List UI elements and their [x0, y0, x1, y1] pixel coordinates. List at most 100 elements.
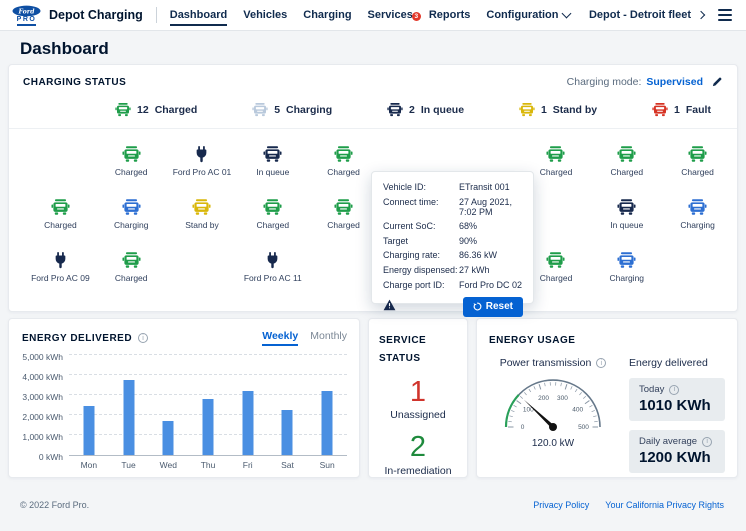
tooltip-row-energy-dispensed-: Energy dispensed:27 kWh [383, 265, 523, 275]
energy-delivered-title: ENERGY DELIVERED [22, 333, 132, 344]
charge-plug-icon [54, 252, 67, 269]
van-icon [617, 252, 636, 269]
van-icon [546, 146, 565, 163]
service-status-title: SERVICE STATUS [379, 335, 426, 364]
chevron-right-icon [697, 11, 705, 19]
vehicle-charged[interactable]: Charged [237, 188, 308, 241]
copyright: © 2022 Ford Pro. [20, 500, 89, 510]
nav-item-vehicles[interactable]: Vehicles [243, 0, 287, 30]
gauge-svg: 0100200300400500 [491, 369, 615, 432]
chevron-down-icon [562, 9, 572, 19]
nav-items: Dashboard Vehicles Charging Services3 Report… [170, 0, 571, 30]
nav-item-services[interactable]: Services3 [368, 0, 413, 30]
tooltip-row-connect-time-: Connect time:27 Aug 2021, 7:02 PM [383, 197, 523, 217]
vehicle-ford-pro-ac-11[interactable]: Ford Pro AC 11 [237, 241, 308, 294]
reset-icon [473, 302, 482, 311]
usage-boxes: Today i1010 KWhDaily average i1200 KWh [629, 378, 725, 473]
van-icon [546, 252, 565, 269]
nav-item-dashboard[interactable]: Dashboard [170, 0, 227, 30]
vehicle-charging[interactable]: Charging [662, 188, 733, 241]
nav-item-charging[interactable]: Charging [303, 0, 351, 30]
van-icon [617, 199, 636, 216]
svg-text:Ford: Ford [18, 8, 36, 15]
footer-links: Privacy Policy Your California Privacy Ri… [533, 500, 724, 510]
tooltip-row-charge-port-id-: Charge port ID:Ford Pro DC 02 [383, 280, 523, 290]
vehicle-tooltip: Vehicle ID:ETransit 001Connect time:27 A… [371, 171, 534, 304]
info-icon[interactable]: i [138, 333, 148, 343]
legend-item-charging: 5Charging [252, 103, 332, 117]
van-icon [688, 146, 707, 163]
van-icon [122, 252, 141, 269]
van-icon [51, 199, 70, 216]
footer: © 2022 Ford Pro. Privacy Policy Your Cali… [0, 500, 746, 510]
legend-item-in-queue: 2In queue [387, 103, 464, 117]
vehicle-in-queue[interactable]: In queue [237, 135, 308, 188]
app-name: Depot Charging [49, 8, 143, 22]
chart-x-axis: MonTueWedThuFriSatSun [69, 460, 347, 470]
vehicle-charging[interactable]: Charging [591, 241, 662, 294]
service-item-unassigned: 1Unassigned [379, 377, 457, 421]
x-tick-sat: Sat [268, 460, 308, 470]
nav-item-configuration[interactable]: Configuration [486, 0, 570, 30]
nav-right: Depot - Detroit fleet [589, 7, 734, 22]
vehicle-charged[interactable]: Charged [25, 188, 96, 241]
power-gauge: 0100200300400500 [489, 369, 617, 437]
tab-weekly[interactable]: Weekly [262, 330, 298, 346]
service-item-in-remediation: 2In-remediation [379, 432, 457, 476]
stat-box-today: Today i1010 KWh [629, 378, 725, 421]
vehicle-stand-by[interactable]: Stand by [167, 188, 238, 241]
energy-delivered-card: ENERGY DELIVERED i WeeklyMonthly 0 kWh1,… [8, 318, 360, 478]
van-icon [617, 146, 636, 163]
vehicle-charged[interactable]: Charged [308, 135, 379, 188]
vehicle-charged[interactable]: Charged [308, 188, 379, 241]
reset-button[interactable]: Reset [463, 297, 523, 317]
van-icon [263, 199, 282, 216]
charge-plug-icon [195, 146, 208, 163]
van-icon [519, 103, 535, 117]
services-badge: 3 [412, 12, 421, 21]
x-tick-thu: Thu [188, 460, 228, 470]
tab-monthly[interactable]: Monthly [310, 330, 347, 346]
page-title: Dashboard [20, 39, 109, 59]
info-icon[interactable]: i [596, 358, 606, 368]
info-icon[interactable]: i [669, 385, 679, 395]
vehicle-ford-pro-ac-09[interactable]: Ford Pro AC 09 [25, 241, 96, 294]
svg-text:0: 0 [521, 424, 525, 431]
vehicle-charged[interactable]: Charged [662, 135, 733, 188]
edit-pencil-icon[interactable] [711, 76, 723, 88]
bar-sun [322, 391, 333, 455]
x-tick-tue: Tue [109, 460, 149, 470]
gridline [69, 354, 347, 355]
menu-icon[interactable] [716, 7, 734, 22]
energy-delivered-section: Energy delivered Today i1010 KWhDaily av… [629, 357, 725, 473]
bar-tue [123, 380, 134, 455]
x-tick-fri: Fri [228, 460, 268, 470]
legend-item-stand-by: 1Stand by [519, 103, 597, 117]
charging-status-card: CHARGING STATUS Charging mode: Supervise… [8, 64, 738, 312]
nav-item-reports[interactable]: Reports [429, 0, 471, 30]
ford-pro-logo[interactable]: Ford PRO [12, 5, 41, 26]
svg-text:500: 500 [578, 424, 589, 431]
vehicle-ford-pro-ac-01[interactable]: Ford Pro AC 01 [167, 135, 238, 188]
van-icon [192, 199, 211, 216]
vehicle-charged[interactable]: Charged [96, 241, 167, 294]
van-icon [263, 146, 282, 163]
van-icon [115, 103, 131, 117]
charging-legend: 12Charged 5Charging 2In queue 1Stand by … [9, 88, 737, 128]
energy-usage-card: ENERGY USAGE Power transmission i 010020… [476, 318, 738, 478]
vehicle-charging[interactable]: Charging [96, 188, 167, 241]
legend-item-fault: 1Fault [652, 103, 711, 117]
warning-icon [383, 298, 396, 316]
footer-link-your-california-privacy-rights[interactable]: Your California Privacy Rights [605, 500, 724, 510]
info-icon[interactable]: i [702, 437, 712, 447]
x-tick-wed: Wed [148, 460, 188, 470]
vehicle-in-queue[interactable]: In queue [591, 188, 662, 241]
vehicle-charged[interactable]: Charged [591, 135, 662, 188]
power-gauge-section: Power transmission i 0100200300400500 12… [489, 357, 617, 473]
vehicle-charged[interactable]: Charged [96, 135, 167, 188]
fleet-selector[interactable]: Depot - Detroit fleet [589, 9, 704, 21]
van-icon [387, 103, 403, 117]
van-icon [122, 146, 141, 163]
footer-link-privacy-policy[interactable]: Privacy Policy [533, 500, 589, 510]
x-tick-mon: Mon [69, 460, 109, 470]
